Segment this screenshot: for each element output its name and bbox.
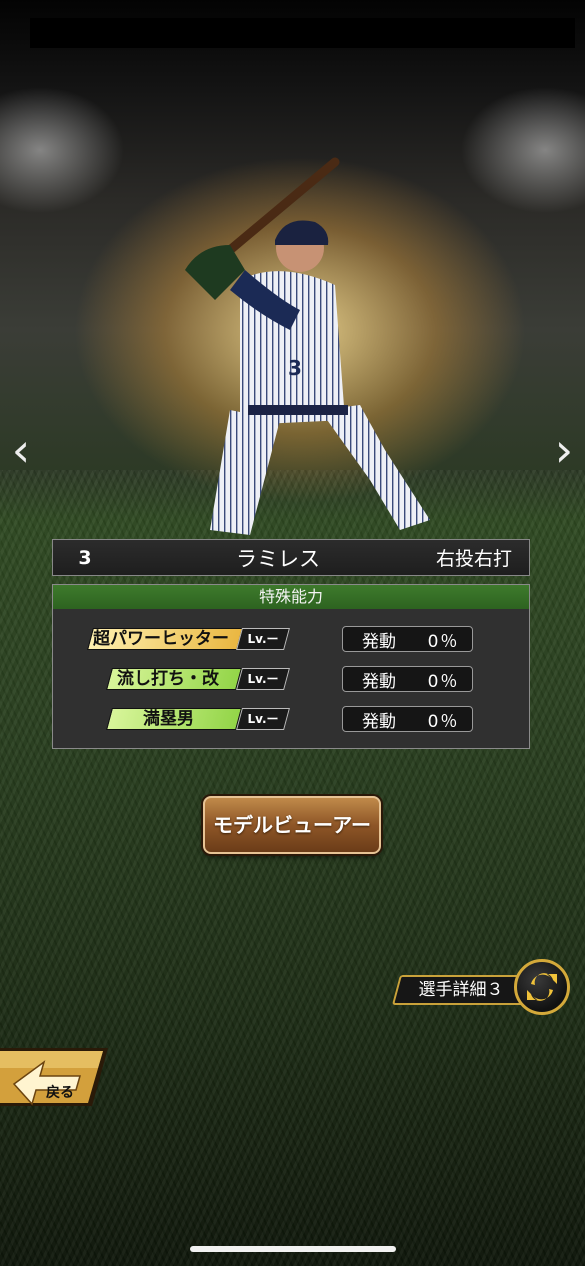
activation-box: 発動 0％	[342, 626, 473, 652]
model-viewer-button[interactable]: モデルビューアー	[203, 796, 381, 854]
player-name-bar: 3 ラミレス 右投右打	[52, 539, 530, 576]
chevron-right-icon[interactable]: ›	[549, 425, 579, 475]
activation-label: 発動	[362, 671, 396, 692]
chevron-left-icon[interactable]: ‹	[6, 425, 36, 475]
ability-level: Lv.ー	[247, 632, 279, 646]
swap-icon	[514, 959, 570, 1015]
activation-rate: 0％	[427, 631, 460, 652]
ability-name: 超パワーヒッター	[93, 629, 229, 649]
ability-row[interactable]: 満塁男 Lv.ー 発動 0％	[53, 703, 529, 735]
player-detail-button[interactable]: 選手詳細３	[391, 957, 576, 1017]
player-detail-label: 選手詳細３	[418, 980, 504, 1000]
activation-rate: 0％	[427, 671, 460, 692]
status-bar	[30, 18, 575, 48]
abilities-panel: 特殊能力 超パワーヒッター Lv.ー 発動 0％ 流し打ち・改 Lv.ー 発動 …	[52, 584, 530, 749]
player-handedness: 右投右打	[435, 548, 512, 570]
abilities-header: 特殊能力	[53, 585, 529, 609]
ability-row[interactable]: 超パワーヒッター Lv.ー 発動 0％	[53, 623, 529, 655]
player-name: ラミレス	[236, 546, 320, 571]
player-image: 3	[185, 157, 430, 535]
activation-box: 発動 0％	[342, 666, 473, 692]
activation-box: 発動 0％	[342, 706, 473, 732]
activation-rate: 0％	[427, 711, 460, 732]
player-number: 3	[78, 546, 92, 569]
ability-level: Lv.ー	[247, 672, 279, 686]
activation-label: 発動	[362, 631, 396, 652]
activation-label: 発動	[362, 711, 396, 732]
ability-row[interactable]: 流し打ち・改 Lv.ー 発動 0％	[53, 663, 529, 695]
home-indicator[interactable]	[190, 1246, 396, 1252]
back-label: 戻る	[46, 1085, 74, 1101]
ability-name: 流し打ち・改	[117, 669, 219, 689]
ability-name: 満塁男	[143, 709, 194, 729]
svg-text:3: 3	[288, 356, 302, 380]
ability-level: Lv.ー	[247, 712, 279, 726]
